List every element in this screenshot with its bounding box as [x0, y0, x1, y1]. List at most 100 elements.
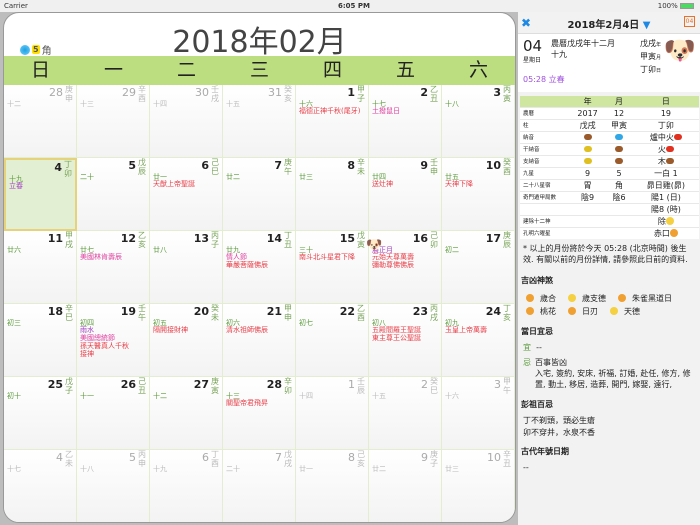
day-ganzhi: 乙亥 [138, 231, 146, 249]
yi-value: -- [536, 342, 542, 352]
day-cell[interactable]: 7 庚午 廿二 [223, 158, 296, 231]
row-value [605, 202, 633, 216]
mood-face-icon [568, 307, 576, 316]
day-cell[interactable]: 1 壬辰 十四 [296, 377, 369, 450]
day-cell[interactable]: 30 壬戌 十四 [150, 85, 223, 158]
spirit-label: 天德 [624, 306, 640, 316]
spirit-item: 桃花 [526, 307, 562, 316]
lunar-day: 十三 [80, 100, 94, 108]
date-picker[interactable]: 2018年2月4日 ▼ [518, 16, 700, 31]
today-calendar-icon[interactable]: 04 [684, 16, 695, 27]
event-list: 五殿閻羅王聖誕 東主尊王公聖誕 [372, 326, 421, 342]
day-cell[interactable]: 14 丁丑 廿九 情人節 華嚴菩薩佛辰 [223, 231, 296, 304]
day-number: 16 [412, 232, 428, 245]
row-value: 陽8 (時) [632, 202, 699, 216]
weekday-label: 星期日 [523, 57, 542, 64]
event-list: 天猷上帝聖誕 [153, 180, 195, 188]
day-cell[interactable]: 19 壬午 初四 雨水 美國總統節 孫天醫真人千秋 接神 [77, 304, 150, 377]
day-cell[interactable]: 15 戊寅 三十 南斗北斗星君下降 [296, 231, 369, 304]
lunar-day: 二十 [80, 173, 94, 181]
event-label: 福德正神千秋(尾牙) [299, 107, 361, 115]
day-cell[interactable]: 29 辛酉 十三 [77, 85, 150, 158]
day-cell[interactable]: 8 己亥 廿一 [296, 450, 369, 522]
day-cell[interactable]: 12 乙亥 廿七 美國林肯壽辰 [77, 231, 150, 304]
day-ganzhi: 乙未 [65, 450, 73, 468]
day-cell[interactable]: 5 丙申 十八 [77, 450, 150, 522]
day-number: 28 [49, 86, 63, 99]
row-label: 支納音 [520, 154, 570, 168]
day-cell[interactable]: 28 庚申 十二 [4, 85, 77, 158]
day-number: 1 [348, 378, 355, 391]
day-cell[interactable]: 4 乙未 十七 [4, 450, 77, 522]
day-ganzhi: 乙丑 [430, 85, 438, 103]
clock: 6:05 PM [338, 2, 370, 10]
day-cell[interactable]: 31 癸亥 十五 [223, 85, 296, 158]
day-cell[interactable]: 11 甲戌 廿六 [4, 231, 77, 304]
day-number: 6 [202, 451, 209, 464]
row-value [605, 214, 633, 228]
day-cell[interactable]: 2 癸巳 十五 [369, 377, 442, 450]
ganzhi-year: 戊戌 [640, 39, 656, 48]
day-cell[interactable]: 18 辛巳 初三 [4, 304, 77, 377]
weekday-label: 六 [468, 59, 488, 81]
day-cell[interactable]: 7 戊戌 二十 [223, 450, 296, 522]
almanac-row: 柱戊戌 甲寅 丁卯 [520, 118, 699, 132]
day-cell[interactable]: 6 己巳 廿一 天猷上帝聖誕 [150, 158, 223, 231]
day-cell[interactable]: 17 庚辰 初二 [442, 231, 515, 304]
day-cell[interactable]: 4 丁卯 十九 立春 [4, 158, 77, 231]
day-number: 26 [120, 378, 136, 391]
day-cell[interactable]: 26 己丑 十一 [77, 377, 150, 450]
almanac-row: 干納音 火 [520, 142, 699, 156]
day-ganzhi: 辛未 [357, 158, 365, 176]
lunar-day: 十一 [80, 392, 94, 400]
day-cell[interactable]: 20 癸未 初五 隔開接財神 [150, 304, 223, 377]
lunar-date: 農曆戊戌年十二月 十九 [551, 38, 615, 60]
row-value: 2017 [570, 107, 606, 120]
day-cell[interactable]: 21 甲申 初六 清水祖師佛辰 [223, 304, 296, 377]
day-cell[interactable]: 10 癸酉 廿五 天神下降 [442, 158, 515, 231]
day-cell[interactable]: 25 戊子 初十 [4, 377, 77, 450]
mood-face-icon [568, 294, 576, 303]
day-cell[interactable]: 10 辛丑 廿三 [442, 450, 515, 522]
day-cell[interactable]: 23 丙戌 初八 五殿閻羅王聖誕 東主尊王公聖誕 [369, 304, 442, 377]
day-cell[interactable]: 27 庚寅 十二 [150, 377, 223, 450]
mood-face-icon [610, 307, 618, 316]
day-ganzhi: 丁丑 [284, 231, 292, 249]
day-cell[interactable]: 5 戊辰 二十 [77, 158, 150, 231]
ji-row: 忌百事皆凶 入宅, 簽約, 安床, 祈福, 訂婚, 赴任, 修方, 修置, 動土,… [518, 354, 700, 393]
month-title[interactable]: 2018年02月 [4, 17, 515, 61]
day-cell[interactable]: 22 乙酉 初七 [296, 304, 369, 377]
row-value [605, 154, 633, 168]
day-cell[interactable]: 3 甲午 十六 [442, 377, 515, 450]
row-value: 12 [605, 107, 633, 120]
event-list: 美國林肯壽辰 [80, 253, 122, 261]
wood-icon [583, 134, 592, 141]
era-value: -- [523, 462, 529, 472]
day-number: 25 [47, 378, 63, 391]
water-drop-icon [20, 44, 30, 55]
day-cell[interactable]: 8 辛未 廿三 [296, 158, 369, 231]
day-cell[interactable]: 3 丙寅 十八 [442, 85, 515, 158]
almanac-row: 建除十二神 除 [520, 214, 699, 228]
row-label: 二十八星宿 [520, 178, 570, 192]
day-number: 8 [348, 451, 355, 464]
day-number: 17 [485, 232, 501, 245]
row-label: 建除十二神 [520, 214, 570, 228]
day-number: 11 [47, 232, 63, 245]
day-cell[interactable]: 9 庚子 廿二 [369, 450, 442, 522]
day-cell[interactable]: 1 甲子 十六 福德正神千秋(尾牙) [296, 85, 369, 158]
day-cell[interactable]: 9 壬申 廿四 送灶神 [369, 158, 442, 231]
event-list: 天神下降 [445, 180, 473, 188]
day-ganzhi: 己亥 [357, 450, 365, 468]
day-cell[interactable]: 2 乙丑 十七 土撥鼠日 [369, 85, 442, 158]
day-number: 10 [487, 451, 501, 464]
day-cell[interactable]: 13 丙子 廿八 [150, 231, 223, 304]
day-cell[interactable]: 24 丁亥 初九 玉皇上帝萬壽 [442, 304, 515, 377]
row-label: 奇門遁甲局數 [520, 190, 570, 204]
lunar-day: 十六 [445, 392, 459, 400]
day-cell[interactable]: 6 丁酉 十九 [150, 450, 223, 522]
weekday-label: 五 [395, 59, 415, 81]
day-number: 28 [266, 378, 282, 391]
day-cell[interactable]: 28 辛卯 十三 關聖帝君飛昇 [223, 377, 296, 450]
lunar-day: 十九 [153, 465, 167, 473]
